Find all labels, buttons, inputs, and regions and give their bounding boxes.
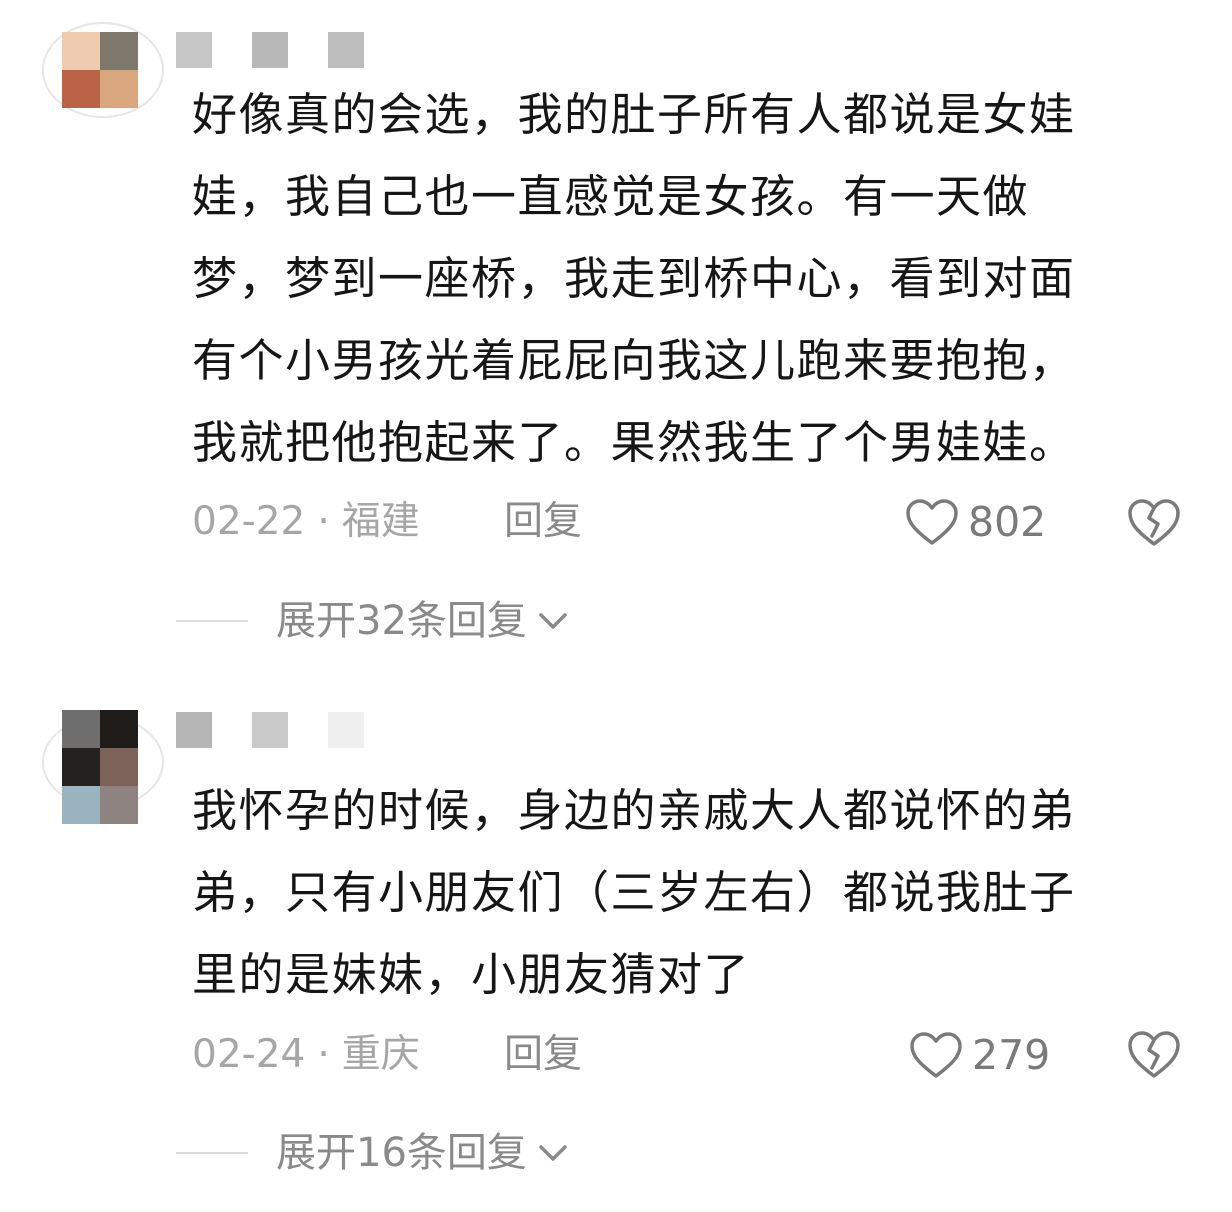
broken-heart-icon bbox=[1128, 499, 1180, 546]
expand-replies[interactable]: 展开16条回复 bbox=[176, 1128, 571, 1178]
redacted-block bbox=[252, 712, 288, 748]
reply-button[interactable]: 回复 bbox=[504, 497, 582, 547]
avatar[interactable] bbox=[40, 20, 180, 130]
comment-meta: 02-22 · 福建 bbox=[192, 497, 420, 547]
comment-date: 02-24 bbox=[192, 1032, 306, 1077]
reply-button[interactable]: 回复 bbox=[504, 1030, 582, 1080]
comment-item: 好像真的会选，我的肚子所有人都说是女娃 娃，我自己也一直感觉是女孩。有一天做 梦… bbox=[0, 0, 1232, 660]
avatar-pixel bbox=[100, 70, 138, 108]
comment-date: 02-22 bbox=[192, 499, 306, 544]
avatar-pixel bbox=[62, 748, 100, 786]
redacted-block bbox=[328, 32, 364, 68]
avatar-pixel bbox=[100, 32, 138, 70]
chevron-down-icon bbox=[539, 1145, 567, 1161]
redacted-block bbox=[176, 712, 212, 748]
expand-replies-label: 展开16条回复 bbox=[276, 1130, 527, 1176]
avatar-pixel bbox=[62, 710, 100, 748]
avatar-pixel bbox=[62, 786, 100, 824]
expand-replies[interactable]: 展开32条回复 bbox=[176, 596, 571, 646]
dislike-button[interactable] bbox=[1126, 1028, 1182, 1080]
heart-outline-icon bbox=[906, 499, 958, 545]
meta-separator: · bbox=[317, 499, 330, 544]
redacted-block bbox=[176, 32, 212, 68]
avatar-pixel bbox=[100, 710, 138, 748]
avatar[interactable] bbox=[40, 710, 180, 824]
expand-replies-label: 展开32条回复 bbox=[276, 598, 527, 644]
comment-meta: 02-24 · 重庆 bbox=[192, 1030, 420, 1080]
comment-text: 我怀孕的时候，身边的亲戚大人都说怀的弟 弟，只有小朋友们（三岁左右）都说我肚子 … bbox=[192, 784, 1076, 1001]
avatar-pixel bbox=[62, 70, 100, 108]
meta-separator: · bbox=[317, 1032, 330, 1077]
dislike-button[interactable] bbox=[1126, 496, 1182, 548]
redacted-block bbox=[328, 712, 364, 748]
like-count: 802 bbox=[968, 498, 1047, 546]
avatar-pixel bbox=[100, 786, 138, 824]
broken-heart-icon bbox=[1128, 1031, 1180, 1078]
comment-location: 福建 bbox=[341, 499, 420, 544]
username-redacted[interactable] bbox=[176, 32, 376, 68]
divider-line bbox=[176, 1152, 248, 1154]
avatar-pixel bbox=[100, 748, 138, 786]
like-button[interactable]: 802 bbox=[904, 495, 1046, 549]
chevron-down-icon bbox=[539, 613, 567, 629]
comment-item: 我怀孕的时候，身边的亲戚大人都说怀的弟 弟，只有小朋友们（三岁左右）都说我肚子 … bbox=[0, 660, 1232, 1212]
avatar-pixel bbox=[62, 32, 100, 70]
like-button[interactable]: 279 bbox=[908, 1028, 1050, 1082]
comment-text: 好像真的会选，我的肚子所有人都说是女娃 娃，我自己也一直感觉是女孩。有一天做 梦… bbox=[192, 88, 1076, 469]
like-count: 279 bbox=[972, 1031, 1051, 1079]
heart-outline-icon bbox=[910, 1032, 962, 1078]
comment-location: 重庆 bbox=[341, 1032, 420, 1077]
username-redacted[interactable] bbox=[176, 712, 376, 748]
divider-line bbox=[176, 620, 248, 622]
redacted-block bbox=[252, 32, 288, 68]
